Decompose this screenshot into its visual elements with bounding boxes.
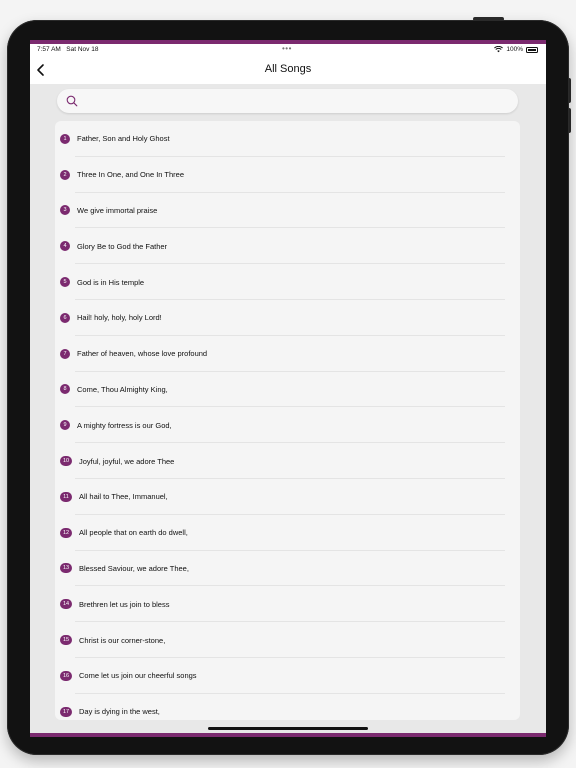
- song-list-item[interactable]: 1 Father, Son and Holy Ghost: [55, 121, 520, 157]
- search-icon: [66, 95, 78, 107]
- song-title: Hail! holy, holy, holy Lord!: [77, 313, 162, 323]
- song-list-item[interactable]: 6 Hail! holy, holy, holy Lord!: [55, 300, 520, 336]
- song-list: 1 Father, Son and Holy Ghost 2 Three In One…: [55, 121, 520, 720]
- song-number-badge: 16: [60, 670, 72, 681]
- search-bar[interactable]: [57, 89, 518, 113]
- song-title: Christ is our corner-stone,: [79, 635, 166, 645]
- song-list-item[interactable]: 4 Glory Be to God the Father: [55, 228, 520, 264]
- status-time: 7:57 AM: [37, 46, 61, 53]
- song-list-item[interactable]: 15 Christ is our corner-stone,: [55, 622, 520, 658]
- battery-icon: [526, 46, 538, 53]
- song-list-item[interactable]: 5 God is in His temple: [55, 264, 520, 300]
- song-number-badge: 9: [60, 420, 70, 431]
- song-number-badge: 8: [60, 384, 70, 395]
- song-number-badge: 4: [60, 241, 70, 252]
- song-title: All hail to Thee, Immanuel,: [79, 492, 168, 502]
- song-list-item[interactable]: 8 Come, Thou Almighty King,: [55, 372, 520, 408]
- song-list-item[interactable]: 7 Father of heaven, whose love profound: [55, 336, 520, 372]
- song-number-badge: 7: [60, 348, 70, 359]
- home-indicator[interactable]: [208, 727, 368, 730]
- song-number-badge: 3: [60, 205, 70, 216]
- status-date: Sat Nov 18: [66, 46, 99, 53]
- song-number-badge: 15: [60, 635, 72, 646]
- song-list-item[interactable]: 2 Three In One, and One In Three: [55, 157, 520, 193]
- song-title: Father of heaven, whose love profound: [77, 349, 208, 359]
- page-title: All Songs: [264, 63, 312, 75]
- song-list-item[interactable]: 13 Blessed Saviour, we adore Thee,: [55, 551, 520, 587]
- battery-percent: 100%: [506, 46, 523, 53]
- status-bar: 7:57 AM Sat Nov 18 ••• 100%: [30, 44, 546, 56]
- song-title: God is in His temple: [77, 277, 145, 287]
- multitask-dots[interactable]: •••: [282, 44, 292, 53]
- app-screen: 7:57 AM Sat Nov 18 ••• 100% All Songs 1F…: [30, 40, 546, 737]
- song-number-badge: 2: [60, 169, 70, 180]
- song-number-badge: 13: [60, 563, 72, 574]
- song-number-badge: 12: [60, 527, 72, 538]
- song-number-badge: 5: [60, 277, 70, 288]
- song-list-item[interactable]: 14 Brethren let us join to bless: [55, 586, 520, 622]
- song-list-item[interactable]: 16 Come let us join our cheerful songs: [55, 658, 520, 694]
- navigation-bar: All Songs: [30, 56, 546, 84]
- song-list-item[interactable]: 11 All hail to Thee, Immanuel,: [55, 479, 520, 515]
- song-title: Blessed Saviour, we adore Thee,: [79, 563, 189, 573]
- status-right: 100%: [494, 46, 538, 53]
- search-input[interactable]: [85, 93, 509, 111]
- song-number-badge: 17: [60, 706, 72, 717]
- song-list-item[interactable]: 12 All people that on earth do dwell,: [55, 515, 520, 551]
- song-title: Joyful, joyful, we adore Thee: [79, 456, 175, 466]
- song-number-badge: 11: [60, 491, 72, 502]
- song-number-badge: 14: [60, 599, 72, 610]
- song-title: Come, Thou Almighty King,: [77, 384, 168, 394]
- song-title: Day is dying in the west,: [79, 707, 160, 717]
- song-title: We give immortal praise: [77, 205, 158, 215]
- wifi-icon: [494, 46, 504, 53]
- song-list-item[interactable]: 17 Day is dying in the west,: [55, 694, 520, 720]
- song-title: Three In One, and One In Three: [77, 170, 185, 180]
- song-list-item[interactable]: 9 A mighty fortress is our God,: [55, 407, 520, 443]
- song-list-item[interactable]: 10 Joyful, joyful, we adore Thee: [55, 443, 520, 479]
- song-list-item[interactable]: 3 We give immortal praise: [55, 193, 520, 229]
- song-title: Glory Be to God the Father: [77, 241, 168, 251]
- song-title: Brethren let us join to bless: [79, 599, 170, 609]
- song-title: Father, Son and Holy Ghost: [77, 134, 170, 144]
- song-title: A mighty fortress is our God,: [77, 420, 172, 430]
- accent-bar-bottom: [30, 733, 546, 737]
- status-time-date: 7:57 AM Sat Nov 18: [37, 46, 98, 53]
- song-title: Come let us join our cheerful songs: [79, 671, 197, 681]
- song-number-badge: 10: [60, 456, 72, 467]
- song-title: All people that on earth do dwell,: [79, 528, 188, 538]
- song-number-badge: 6: [60, 312, 70, 323]
- song-number-badge: 1: [60, 133, 70, 144]
